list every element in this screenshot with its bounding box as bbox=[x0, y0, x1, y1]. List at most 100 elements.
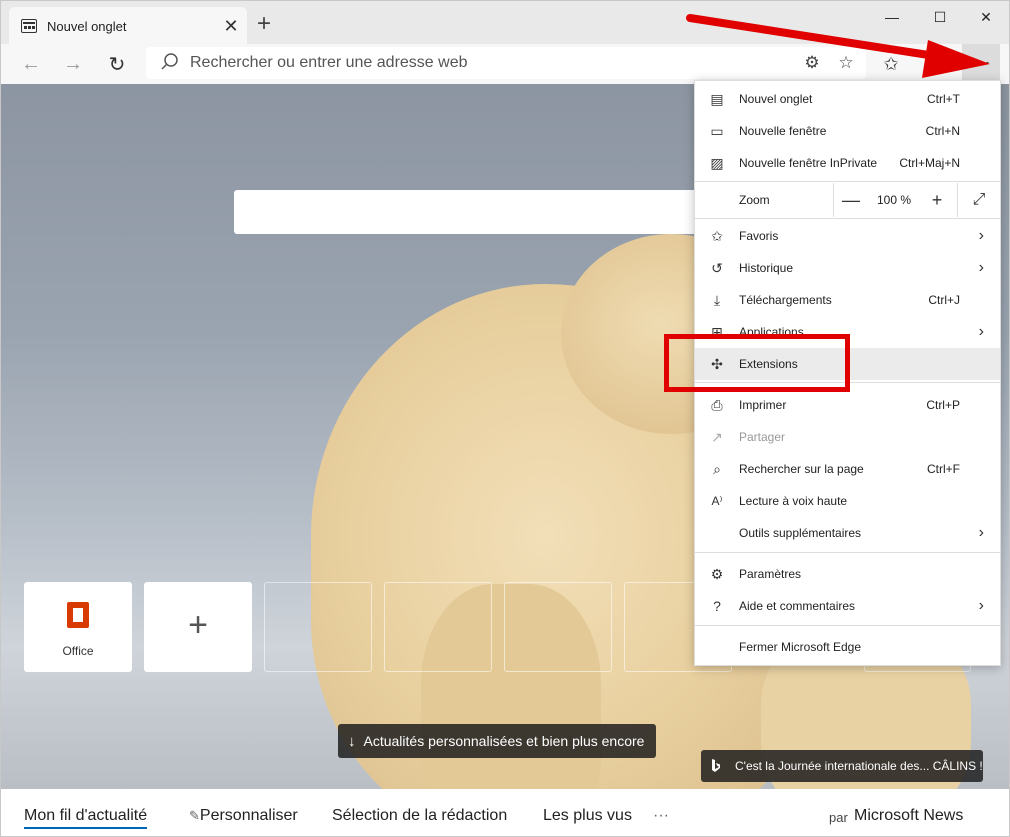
menu-shortcut: Ctrl+N bbox=[925, 124, 960, 138]
customize-label: Personnaliser bbox=[199, 807, 298, 824]
help-icon: ? bbox=[713, 598, 721, 614]
page-search-box[interactable] bbox=[234, 190, 704, 234]
browser-tab[interactable]: Nouvel onglet ✕ bbox=[9, 7, 247, 45]
new-window-icon: ▭ bbox=[710, 122, 724, 139]
add-quick-link-button[interactable]: + bbox=[144, 582, 252, 672]
menu-item-read-aloud[interactable]: A⁾ Lecture à voix haute bbox=[695, 485, 1000, 517]
search-icon bbox=[160, 52, 182, 74]
menu-label: Nouvelle fenêtre bbox=[739, 124, 827, 138]
find-icon: ⌕ bbox=[713, 460, 721, 477]
news-by-label: par bbox=[829, 810, 848, 825]
menu-item-settings[interactable]: ⚙ Paramètres bbox=[695, 558, 1000, 590]
news-button-label: Actualités personnalisées et bien plus e… bbox=[363, 733, 645, 749]
menu-shortcut: Ctrl+T bbox=[927, 92, 960, 106]
new-tab-button[interactable]: + bbox=[251, 10, 277, 37]
menu-item-new-tab[interactable]: ▤ Nouvel onglet Ctrl+T bbox=[695, 83, 1000, 115]
menu-label: Nouvelle fenêtre InPrivate bbox=[739, 156, 878, 170]
blank-icon bbox=[709, 639, 725, 655]
menu-item-more-tools[interactable]: Outils supplémentaires › bbox=[695, 517, 1000, 549]
menu-shortcut: Ctrl+F bbox=[927, 462, 960, 476]
favorites-icon: ✩ bbox=[711, 227, 723, 244]
menu-item-new-window[interactable]: ▭ Nouvelle fenêtre Ctrl+N bbox=[695, 115, 1000, 147]
empty-quick-link bbox=[504, 582, 612, 672]
title-bar: Nouvel onglet ✕ + — ☐ ✕ bbox=[0, 0, 1010, 45]
menu-label: Téléchargements bbox=[739, 293, 832, 307]
read-aloud-icon: A⁾ bbox=[711, 494, 723, 508]
quick-link-office[interactable]: Office bbox=[24, 582, 132, 672]
bing-logo-icon bbox=[711, 759, 721, 773]
menu-item-share: ↗ Partager bbox=[695, 421, 1000, 453]
menu-label: Fermer Microsoft Edge bbox=[739, 640, 862, 654]
fullscreen-icon[interactable]: ⤢ bbox=[957, 183, 1000, 217]
zoom-value: 100 % bbox=[876, 193, 912, 207]
download-icon: ⤓ bbox=[713, 291, 721, 308]
plus-icon: + bbox=[188, 606, 208, 644]
history-icon: ↺ bbox=[711, 259, 723, 276]
tile-label: Office bbox=[62, 644, 94, 658]
refresh-button[interactable]: ↻ bbox=[101, 48, 133, 80]
highlight-box bbox=[664, 334, 850, 392]
menu-label: Aide et commentaires bbox=[739, 599, 856, 613]
close-window-button[interactable]: ✕ bbox=[963, 1, 1009, 33]
profile-icon[interactable]: ◯ bbox=[921, 48, 953, 80]
menu-shortcut: Ctrl+P bbox=[926, 398, 960, 412]
chevron-right-icon: › bbox=[978, 597, 984, 614]
menu-item-favorites[interactable]: ✩ Favoris › bbox=[695, 220, 1000, 252]
add-favorite-icon[interactable]: ☆ bbox=[832, 49, 860, 77]
pencil-icon: ✎ bbox=[189, 808, 200, 823]
zoom-label: Zoom bbox=[739, 193, 770, 207]
news-tab-editors[interactable]: Sélection de la rédaction bbox=[332, 807, 507, 825]
menu-shortcut: Ctrl+J bbox=[928, 293, 960, 307]
news-tab-customize[interactable]: ✎Personnaliser bbox=[189, 807, 298, 825]
tracking-prevention-icon[interactable]: ⚙ bbox=[798, 49, 826, 77]
menu-label: Imprimer bbox=[739, 398, 787, 412]
menu-item-help[interactable]: ? Aide et commentaires › bbox=[695, 590, 1000, 622]
blank-icon bbox=[709, 525, 725, 541]
office-icon bbox=[67, 602, 89, 628]
menu-shortcut: Ctrl+Maj+N bbox=[899, 156, 960, 170]
chevron-right-icon: › bbox=[978, 259, 984, 276]
menu-divider bbox=[695, 218, 1000, 219]
favorites-bar-icon[interactable]: ✩ bbox=[875, 48, 907, 80]
menu-item-downloads[interactable]: ⤓ Téléchargements Ctrl+J bbox=[695, 284, 1000, 316]
forward-button[interactable]: → bbox=[57, 48, 89, 80]
news-more-icon[interactable]: ··· bbox=[653, 807, 669, 825]
new-tab-page-icon bbox=[21, 19, 37, 33]
minimize-button[interactable]: — bbox=[869, 1, 915, 33]
menu-item-history[interactable]: ↺ Historique › bbox=[695, 252, 1000, 284]
back-button[interactable]: ← bbox=[15, 48, 47, 80]
menu-label: Favoris bbox=[739, 229, 779, 243]
personalized-news-button[interactable]: ↓ Actualités personnalisées et bien plus… bbox=[338, 724, 656, 758]
menu-divider bbox=[695, 625, 1000, 626]
address-bar[interactable]: Rechercher ou entrer une adresse web ⚙ ☆ bbox=[146, 47, 866, 79]
menu-item-print[interactable]: ⎙ Imprimer Ctrl+P bbox=[695, 389, 1000, 421]
menu-label: Partager bbox=[739, 430, 786, 444]
menu-item-find[interactable]: ⌕ Rechercher sur la page Ctrl+F bbox=[695, 453, 1000, 485]
settings-icon: ⚙ bbox=[710, 565, 724, 582]
chevron-right-icon: › bbox=[978, 524, 984, 541]
menu-item-close-edge[interactable]: Fermer Microsoft Edge bbox=[695, 631, 1000, 663]
empty-quick-link bbox=[384, 582, 492, 672]
menu-label: Rechercher sur la page bbox=[739, 462, 864, 476]
settings-more-button[interactable]: ··· bbox=[962, 44, 1000, 80]
zoom-row: Zoom — 100 % + ⤢ bbox=[695, 183, 1000, 217]
menu-label: Lecture à voix haute bbox=[739, 494, 848, 508]
menu-divider bbox=[695, 181, 1000, 182]
news-tab-feed[interactable]: Mon fil d'actualité bbox=[24, 807, 148, 829]
menu-label: Outils supplémentaires bbox=[739, 526, 862, 540]
navigation-bar: ← → ↻ Rechercher ou entrer une adresse w… bbox=[0, 44, 1010, 84]
arrow-down-icon: ↓ bbox=[348, 732, 356, 750]
close-tab-icon[interactable]: ✕ bbox=[219, 14, 243, 38]
news-source[interactable]: Microsoft News bbox=[854, 807, 963, 825]
chevron-right-icon: › bbox=[978, 323, 984, 340]
zoom-out-button[interactable]: — bbox=[834, 183, 868, 217]
news-tab-most-viewed[interactable]: Les plus vus bbox=[543, 807, 632, 825]
menu-item-inprivate[interactable]: ▨ Nouvelle fenêtre InPrivate Ctrl+Maj+N bbox=[695, 147, 1000, 179]
bing-caption-button[interactable]: C'est la Journée internationale des... C… bbox=[701, 750, 983, 782]
inprivate-icon: ▨ bbox=[710, 154, 724, 171]
zoom-in-button[interactable]: + bbox=[920, 183, 954, 217]
zoom-controls: — 100 % + bbox=[833, 183, 954, 217]
chevron-right-icon: › bbox=[978, 227, 984, 244]
menu-label: Historique bbox=[739, 261, 794, 275]
maximize-button[interactable]: ☐ bbox=[917, 1, 963, 33]
